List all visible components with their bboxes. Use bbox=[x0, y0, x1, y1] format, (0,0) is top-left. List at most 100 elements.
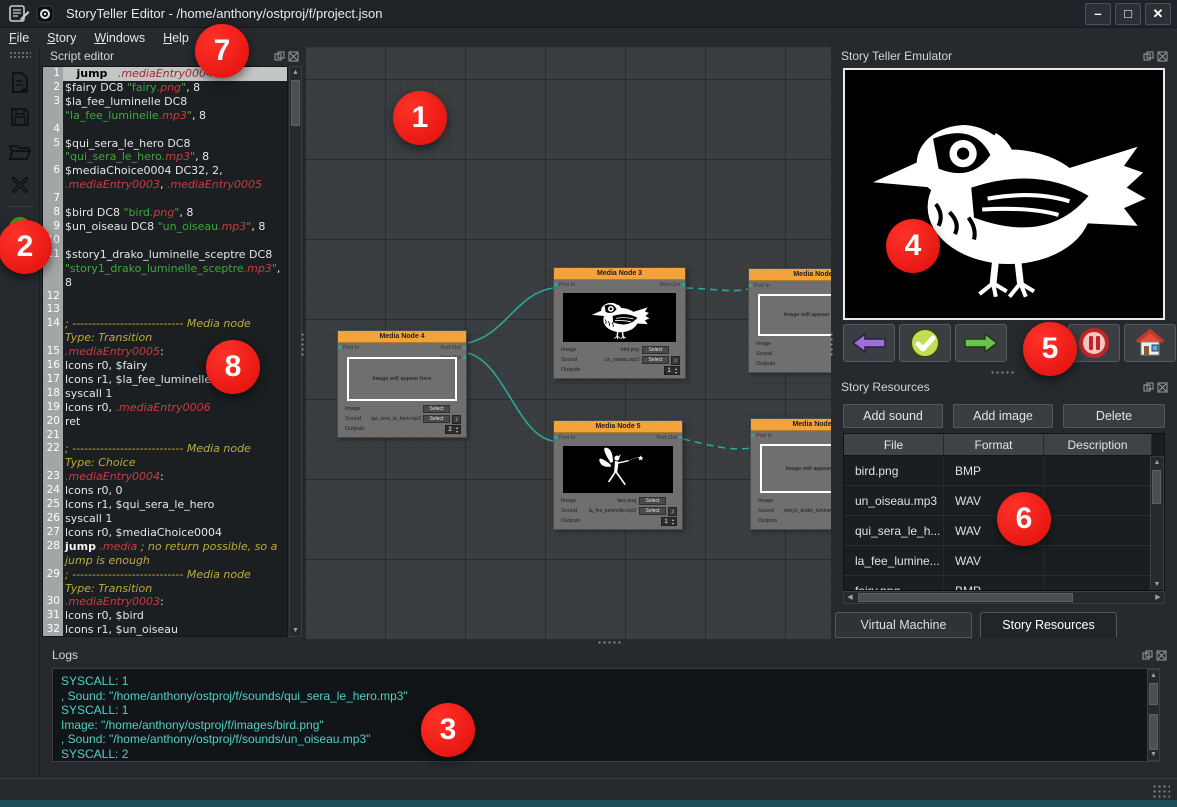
float-panel-icon[interactable] bbox=[274, 51, 285, 62]
code-line[interactable]: 22; ---------------------------- Media n… bbox=[43, 442, 287, 456]
port-in-dot[interactable] bbox=[554, 436, 557, 439]
code-line[interactable]: 27lcons r0, $mediaChoice0004 bbox=[43, 526, 287, 540]
column-header-file[interactable]: File bbox=[844, 434, 944, 456]
port-in[interactable]: Port In bbox=[754, 283, 770, 289]
code-line[interactable]: "la_fee_luminelle.mp3", 8 bbox=[43, 109, 287, 123]
add-image-button[interactable]: Add image bbox=[953, 404, 1053, 428]
toolbar-drag-handle[interactable] bbox=[9, 51, 31, 58]
port-in[interactable]: Port In bbox=[343, 345, 359, 351]
emulator-forward-button[interactable] bbox=[955, 324, 1007, 362]
code-line[interactable]: Type: Choice bbox=[43, 456, 287, 470]
tab-virtual-machine[interactable]: Virtual Machine bbox=[835, 612, 972, 638]
port-out[interactable]: Port Out bbox=[660, 282, 680, 288]
maximize-button[interactable]: □ bbox=[1115, 3, 1141, 25]
splitter-emulator-resources[interactable] bbox=[990, 370, 1016, 375]
port-out-dot[interactable] bbox=[463, 356, 466, 359]
code-line[interactable]: 8 bbox=[43, 276, 287, 290]
new-file-button[interactable] bbox=[5, 68, 35, 98]
code-line[interactable]: 29; ---------------------------- Media n… bbox=[43, 568, 287, 582]
splitter-canvas-logs[interactable] bbox=[597, 640, 623, 645]
node-graph-canvas[interactable]: Media Node 4Port InPort OutPort OutImage… bbox=[305, 47, 831, 640]
port-out[interactable]: Port Out bbox=[441, 345, 461, 351]
code-line[interactable]: 19lcons r0, .mediaEntry0006 bbox=[43, 401, 287, 415]
code-line[interactable]: 24lcons r0, 0 bbox=[43, 484, 287, 498]
spinner-arrows[interactable]: ▲▼ bbox=[454, 426, 460, 433]
logs-output[interactable]: SYSCALL: 1, Sound: "/home/anthony/ostpro… bbox=[52, 668, 1160, 762]
close-panel-icon[interactable] bbox=[288, 51, 299, 62]
close-panel-icon[interactable] bbox=[1157, 382, 1168, 393]
delete-button[interactable]: Delete bbox=[1063, 404, 1165, 428]
save-button[interactable] bbox=[5, 102, 35, 132]
code-line[interactable]: 21 bbox=[43, 429, 287, 443]
code-line[interactable]: 32lcons r1, $un_oiseau bbox=[43, 623, 287, 637]
speaker-icon[interactable]: ♪ bbox=[668, 507, 677, 516]
port-in-dot[interactable] bbox=[749, 284, 752, 287]
code-line[interactable]: 26syscall 1 bbox=[43, 512, 287, 526]
port-in[interactable]: Port In bbox=[559, 435, 575, 441]
close-project-button[interactable] bbox=[5, 170, 35, 200]
code-line[interactable]: 25lcons r1, $qui_sera_le_hero bbox=[43, 498, 287, 512]
table-row[interactable]: fairy.pngBMP bbox=[844, 576, 1164, 591]
menu-file[interactable]: File bbox=[0, 30, 38, 46]
code-line[interactable]: 23.mediaEntry0004: bbox=[43, 470, 287, 484]
menu-windows[interactable]: Windows bbox=[85, 30, 154, 46]
code-line[interactable]: 5$qui_sera_le_hero DC8 bbox=[43, 137, 287, 151]
resize-grip[interactable] bbox=[1152, 784, 1170, 798]
menu-help[interactable]: Help bbox=[154, 30, 198, 46]
media-node[interactable]: Media Node 3Port InPort OutImagebird.png… bbox=[553, 267, 686, 379]
code-line[interactable]: 2$fairy DC8 "fairy.png", 8 bbox=[43, 81, 287, 95]
outputs-spinner[interactable]: 2▲▼ bbox=[445, 425, 461, 434]
code-line[interactable]: Type: Transition bbox=[43, 582, 287, 596]
open-project-button[interactable] bbox=[5, 136, 35, 166]
code-line[interactable]: 14; ---------------------------- Media n… bbox=[43, 317, 287, 331]
image-select-button[interactable]: Select bbox=[639, 497, 666, 505]
close-button[interactable]: ✕ bbox=[1145, 3, 1171, 25]
emulator-ok-button[interactable] bbox=[899, 324, 951, 362]
sound-select-button[interactable]: Select bbox=[423, 415, 450, 423]
code-line[interactable]: 31lcons r0, $bird bbox=[43, 609, 287, 623]
splitter-script-canvas[interactable] bbox=[300, 332, 305, 358]
column-header-format[interactable]: Format bbox=[944, 434, 1044, 456]
port-in[interactable]: Port In bbox=[559, 282, 575, 288]
code-line[interactable]: "qui_sera_le_hero.mp3", 8 bbox=[43, 150, 287, 164]
port-out-dot[interactable] bbox=[679, 436, 682, 439]
code-line[interactable]: 12 bbox=[43, 290, 287, 304]
image-select-button[interactable]: Select bbox=[642, 346, 669, 354]
code-line[interactable]: 6$mediaChoice0004 DC32, 2, bbox=[43, 164, 287, 178]
code-line[interactable]: 4 bbox=[43, 123, 287, 137]
code-line[interactable]: 10 bbox=[43, 234, 287, 248]
image-select-button[interactable]: Select bbox=[423, 405, 450, 413]
table-row[interactable]: bird.pngBMP bbox=[844, 456, 1164, 486]
minimize-button[interactable]: – bbox=[1085, 3, 1111, 25]
port-in-dot[interactable] bbox=[751, 434, 754, 437]
close-panel-icon[interactable] bbox=[1157, 51, 1168, 62]
float-panel-icon[interactable] bbox=[1143, 382, 1154, 393]
resources-hscrollbar[interactable]: ◀ ▶ bbox=[843, 591, 1165, 604]
menu-story[interactable]: Story bbox=[38, 30, 85, 46]
outputs-spinner[interactable]: 1▲▼ bbox=[661, 517, 677, 526]
resources-vscrollbar[interactable]: ▲ ▼ bbox=[1150, 456, 1164, 591]
code-line[interactable]: .mediaEntry0003, .mediaEntry0005 bbox=[43, 178, 287, 192]
close-panel-icon[interactable] bbox=[1156, 650, 1167, 661]
logs-scrollbar[interactable]: ▲ ▼ bbox=[1147, 669, 1160, 761]
port-out[interactable]: Port Out bbox=[657, 435, 677, 441]
sound-select-button[interactable]: Select bbox=[639, 507, 666, 515]
port-in-dot[interactable] bbox=[554, 283, 557, 286]
table-row[interactable]: la_fee_lumine...WAV bbox=[844, 546, 1164, 576]
port-in-dot[interactable] bbox=[338, 346, 341, 349]
media-node[interactable]: Media Node 6Port InPort OutImage will ap… bbox=[750, 418, 831, 530]
code-line[interactable]: 28jump .media ; no return possible, so a bbox=[43, 540, 287, 554]
speaker-icon[interactable]: ♪ bbox=[452, 415, 461, 424]
speaker-icon[interactable]: ♪ bbox=[671, 356, 680, 365]
code-line[interactable]: "story1_drako_luminelle_sceptre.mp3", bbox=[43, 262, 287, 276]
code-line[interactable]: 13 bbox=[43, 303, 287, 317]
port-in[interactable]: Port In bbox=[756, 433, 772, 439]
float-panel-icon[interactable] bbox=[1143, 51, 1154, 62]
float-panel-icon[interactable] bbox=[1142, 650, 1153, 661]
media-node[interactable]: Media Node 5Port InPort OutImagefairy.pn… bbox=[553, 420, 683, 530]
code-line[interactable]: 7 bbox=[43, 192, 287, 206]
splitter-canvas-right[interactable] bbox=[829, 332, 834, 358]
column-header-description[interactable]: Description bbox=[1044, 434, 1152, 456]
code-line[interactable]: Type: Transition bbox=[43, 331, 287, 345]
spinner-arrows[interactable]: ▲▼ bbox=[670, 518, 676, 525]
